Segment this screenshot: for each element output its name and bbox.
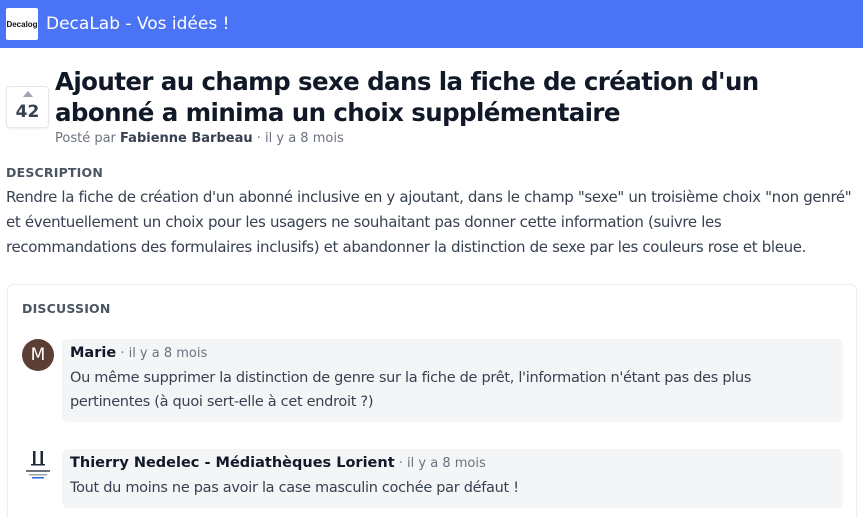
comment-header: Marie · il y a 8 mois bbox=[70, 345, 835, 361]
post-title: Ajouter au champ sexe dans la fiche de c… bbox=[55, 67, 759, 127]
app-title[interactable]: DecaLab - Vos idées ! bbox=[46, 14, 229, 34]
post-time: · il y a 8 mois bbox=[256, 131, 344, 146]
vote-count: 42 bbox=[15, 102, 40, 122]
avatar: M bbox=[22, 339, 54, 371]
mediatheque-logo-avatar bbox=[22, 449, 54, 485]
comment-author[interactable]: Marie bbox=[70, 345, 116, 361]
comment-bubble: Thierry Nedelec - Médiathèques Lorient ·… bbox=[62, 449, 843, 508]
comment-time: · il y a 8 mois bbox=[120, 346, 208, 361]
comment-text: Ou même supprimer la distinction de genr… bbox=[70, 370, 752, 410]
discussion-label: DISCUSSION bbox=[22, 301, 111, 316]
top-bar: Decalog DecaLab - Vos idées ! bbox=[0, 0, 863, 48]
upvote-button[interactable]: 42 bbox=[6, 86, 49, 128]
discussion-panel: DISCUSSION M Marie · il y a 8 mois Ou mê… bbox=[7, 284, 857, 518]
upvote-arrow-icon bbox=[22, 91, 33, 97]
avatar-letter: M bbox=[30, 345, 46, 365]
decalog-logo[interactable]: Decalog bbox=[6, 8, 38, 40]
comment-bubble: Marie · il y a 8 mois Ou même supprimer … bbox=[62, 339, 843, 422]
post-meta: Posté par Fabienne Barbeau · il y a 8 mo… bbox=[55, 131, 344, 146]
comment-time: · il y a 8 mois bbox=[398, 456, 486, 471]
logo-text: Decalog bbox=[6, 19, 38, 29]
mediatheque-logo-icon bbox=[26, 451, 50, 479]
description-label: DESCRIPTION bbox=[6, 165, 103, 180]
comment-text: Tout du moins ne pas avoir la case mascu… bbox=[70, 480, 519, 496]
description-text: Rendre la fiche de création d'un abonné … bbox=[6, 188, 852, 256]
comment-author[interactable]: Thierry Nedelec - Médiathèques Lorient bbox=[70, 455, 395, 471]
posted-by-prefix: Posté par bbox=[55, 131, 116, 146]
post-author[interactable]: Fabienne Barbeau bbox=[120, 131, 253, 146]
comment-header: Thierry Nedelec - Médiathèques Lorient ·… bbox=[70, 455, 835, 471]
